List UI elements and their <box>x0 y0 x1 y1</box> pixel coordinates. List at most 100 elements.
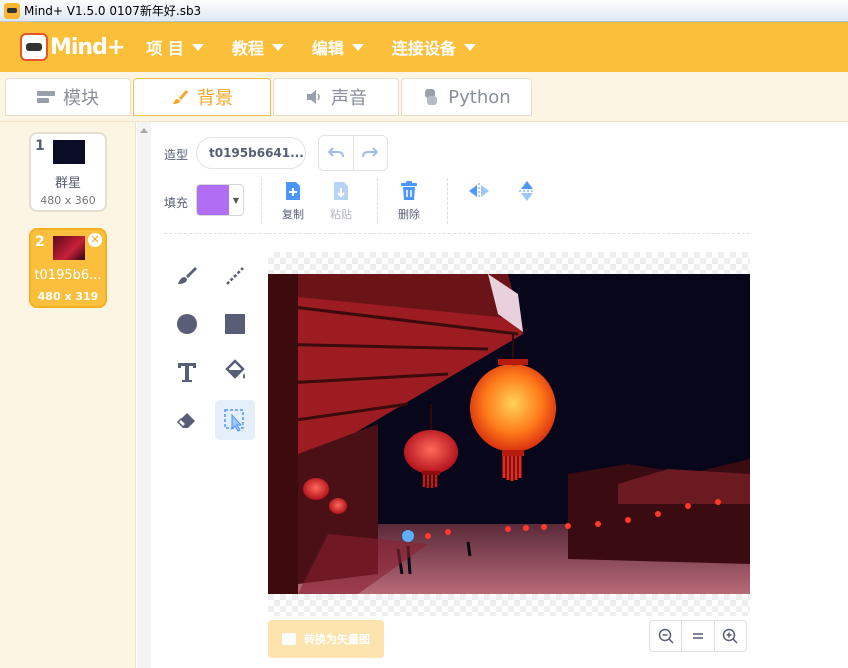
convert-to-vector-button[interactable]: 转换为矢量图 <box>268 620 384 658</box>
paste-button[interactable]: 粘贴 <box>321 180 361 222</box>
redo-icon <box>362 147 379 158</box>
flip-horizontal-button[interactable] <box>459 180 499 206</box>
eraser-icon <box>176 413 195 429</box>
circle-tool[interactable] <box>167 304 207 344</box>
backdrop-thumbnail <box>53 140 85 164</box>
equals-icon <box>692 633 703 639</box>
costume-name-input[interactable]: t0195b6641... <box>196 137 306 169</box>
circle-icon <box>177 314 197 334</box>
menu-project[interactable]: 项 目 <box>146 35 204 59</box>
scroll-up-icon[interactable] <box>140 128 148 133</box>
flip-vertical-icon <box>507 180 547 202</box>
paint-editor: 造型 t0195b6641... 填充 ▼ 复制 粘贴 删除 转换为矢量图 <box>151 122 848 668</box>
text-icon <box>178 363 196 382</box>
redo-button[interactable] <box>354 136 388 170</box>
text-tool[interactable] <box>167 352 207 392</box>
divider <box>261 178 262 224</box>
chevron-down-icon <box>271 43 284 51</box>
tab-sounds-label: 声音 <box>331 88 367 109</box>
tab-python[interactable]: Python <box>401 78 532 116</box>
brush-tool[interactable] <box>167 256 207 296</box>
night-lantern-photo <box>268 274 750 594</box>
mindplus-logo[interactable]: Mind+ <box>20 33 125 61</box>
zoom-in-icon <box>723 628 738 644</box>
backdrop-name: 群星 <box>54 176 81 191</box>
logo-text: Mind+ <box>50 34 125 60</box>
chevron-down-icon <box>463 43 476 51</box>
editor-tabs: 模块 背景 声音 Python <box>0 72 848 122</box>
delete-label: 删除 <box>398 208 420 221</box>
tab-backdrops-label: 背景 <box>197 88 233 109</box>
backdrop-item-1[interactable]: 1 群星 480 x 360 <box>29 132 107 212</box>
chevron-down-icon <box>351 43 364 51</box>
eraser-tool[interactable] <box>167 400 207 440</box>
delete-x-icon[interactable]: ✕ <box>88 233 102 247</box>
image-icon <box>282 633 296 645</box>
python-icon <box>422 88 440 106</box>
robot-logo-icon <box>20 33 48 61</box>
menu-connect-label: 连接设备 <box>391 39 456 58</box>
line-tool[interactable] <box>215 256 255 296</box>
divider <box>377 178 378 224</box>
divider <box>447 178 448 224</box>
backdrop-name: t0195b6... <box>34 268 102 283</box>
menu-tutorial[interactable]: 教程 <box>232 35 284 59</box>
menu-edit-label: 编辑 <box>311 39 344 58</box>
backdrop-item-2[interactable]: 2 ✕ t0195b6... 480 x 319 <box>29 228 107 308</box>
flip-vertical-button[interactable] <box>507 180 547 206</box>
menu-bar: Mind+ 项 目 教程 编辑 连接设备 <box>0 22 848 72</box>
costume-label: 造型 <box>164 148 189 162</box>
backdrop-image <box>268 274 750 594</box>
chevron-down-icon <box>191 43 204 51</box>
paste-label: 粘贴 <box>330 208 352 221</box>
sidebar-scrollbar[interactable] <box>137 122 151 668</box>
fill-tool[interactable] <box>215 352 255 392</box>
backdrop-size: 480 x 319 <box>37 290 99 303</box>
zoom-out-icon <box>658 628 674 644</box>
tab-blocks-label: 模块 <box>63 88 99 109</box>
paste-icon <box>321 180 361 202</box>
undo-button[interactable] <box>319 136 354 170</box>
fill-color-picker[interactable]: ▼ <box>196 184 244 216</box>
copy-icon <box>273 180 313 202</box>
backdrop-number: 2 <box>35 234 45 250</box>
menu-connect-device[interactable]: 连接设备 <box>392 35 476 59</box>
tab-blocks[interactable]: 模块 <box>5 78 131 116</box>
menu-edit[interactable]: 编辑 <box>312 35 364 59</box>
app-icon <box>4 2 20 19</box>
tab-python-label: Python <box>448 86 511 108</box>
fill-color-swatch <box>197 185 229 215</box>
blocks-icon <box>37 88 55 106</box>
brush-icon <box>171 88 189 106</box>
line-icon <box>226 267 244 285</box>
zoom-out-button[interactable] <box>650 621 683 651</box>
copy-label: 复制 <box>282 208 304 221</box>
tab-sounds[interactable]: 声音 <box>273 78 399 116</box>
select-cursor-icon <box>224 409 244 432</box>
undo-redo-group <box>318 135 388 171</box>
window-titlebar: Mind+ V1.5.0 0107新年好.sb3 <box>0 0 848 22</box>
brush-icon <box>178 267 197 284</box>
select-tool[interactable] <box>215 400 255 440</box>
fill-label: 填充 <box>164 196 189 210</box>
trash-icon <box>389 180 429 202</box>
caret-down-icon: ▼ <box>232 195 240 205</box>
tab-backdrops[interactable]: 背景 <box>133 78 271 116</box>
menu-tutorial-label: 教程 <box>231 39 264 58</box>
backdrop-size: 480 x 360 <box>40 194 96 207</box>
window-title: Mind+ V1.5.0 0107新年好.sb3 <box>24 4 202 18</box>
zoom-in-button[interactable] <box>715 621 746 651</box>
rectangle-icon <box>225 314 245 334</box>
delete-button[interactable]: 删除 <box>389 180 429 222</box>
zoom-reset-button[interactable] <box>682 621 715 651</box>
zoom-controls <box>649 620 747 652</box>
undo-icon <box>327 147 344 158</box>
menu-project-label: 项 目 <box>146 39 184 58</box>
speaker-icon <box>305 88 323 106</box>
backdrop-list: 1 群星 480 x 360 2 ✕ t0195b6... 480 x 319 <box>0 122 136 668</box>
flip-horizontal-icon <box>459 180 499 202</box>
rectangle-tool[interactable] <box>215 304 255 344</box>
copy-button[interactable]: 复制 <box>273 180 313 222</box>
drawing-canvas[interactable] <box>268 252 750 616</box>
backdrop-thumbnail <box>53 236 85 260</box>
